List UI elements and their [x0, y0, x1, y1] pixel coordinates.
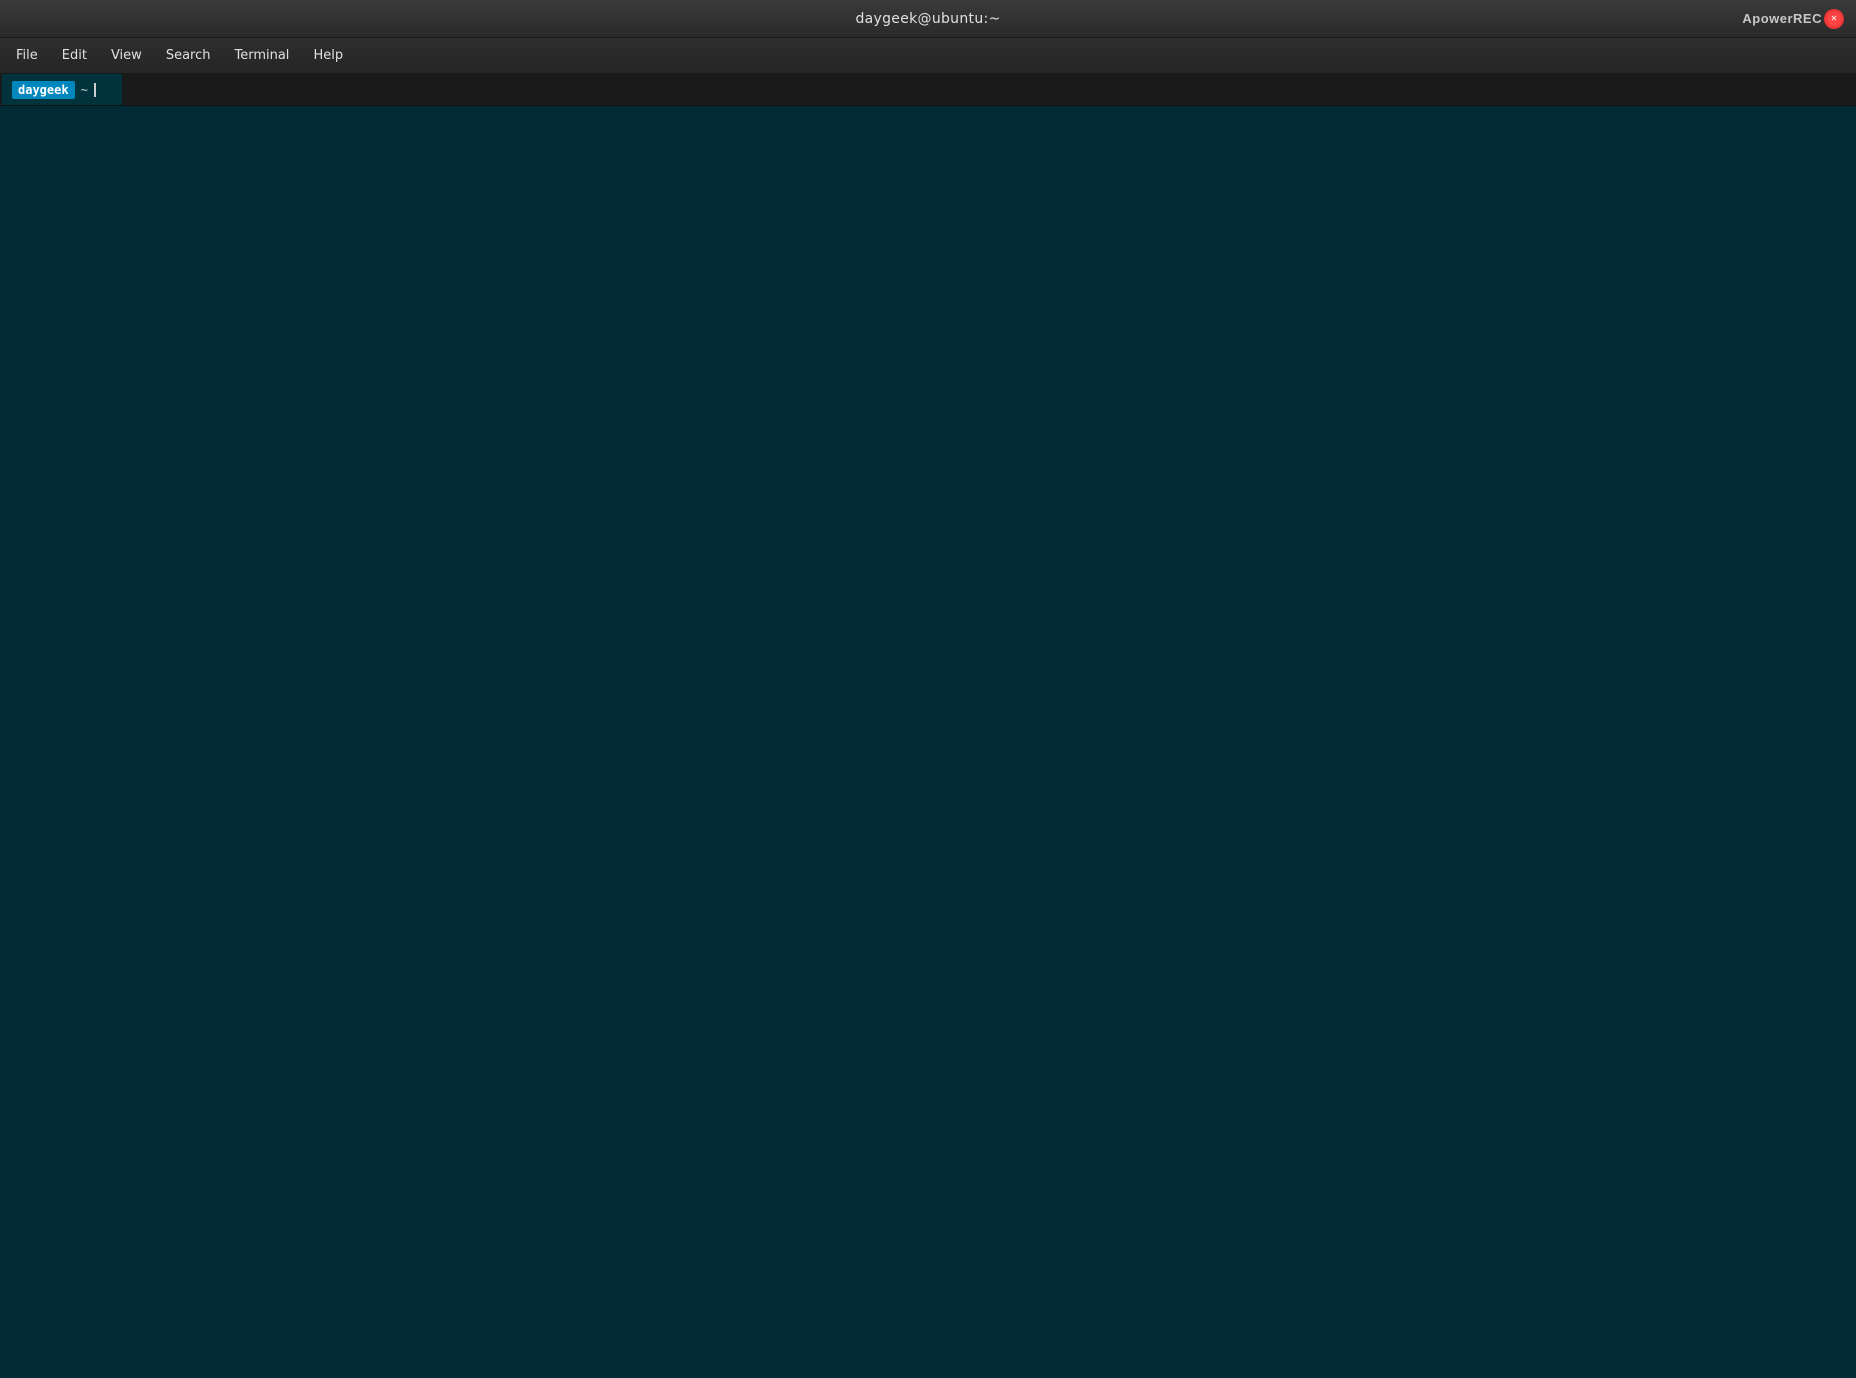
apowerrec-icon: ✕: [1824, 9, 1844, 29]
menu-terminal[interactable]: Terminal: [222, 44, 301, 67]
tab-username: daygeek: [12, 81, 75, 99]
menu-file[interactable]: File: [4, 44, 50, 67]
menu-help[interactable]: Help: [301, 44, 355, 67]
window-title: daygeek@ubuntu:~: [855, 11, 1000, 27]
menu-search[interactable]: Search: [154, 44, 223, 67]
apowerrec-logo: ApowerREC: [1742, 11, 1822, 26]
watermark: ApowerREC ✕: [1742, 9, 1844, 29]
menubar: File Edit View Search Terminal Help: [0, 38, 1856, 74]
titlebar: daygeek@ubuntu:~ ApowerREC ✕: [0, 0, 1856, 38]
terminal-window: daygeek@ubuntu:~ ApowerREC ✕ File Edit V…: [0, 0, 1856, 1378]
tabbar: daygeek ~: [0, 74, 1856, 106]
tab-cursor: [94, 83, 96, 97]
terminal-area[interactable]: [0, 106, 1856, 1378]
menu-edit[interactable]: Edit: [50, 44, 99, 67]
menu-view[interactable]: View: [99, 44, 154, 67]
terminal-tab[interactable]: daygeek ~: [2, 74, 122, 105]
tab-path: ~: [81, 83, 88, 97]
